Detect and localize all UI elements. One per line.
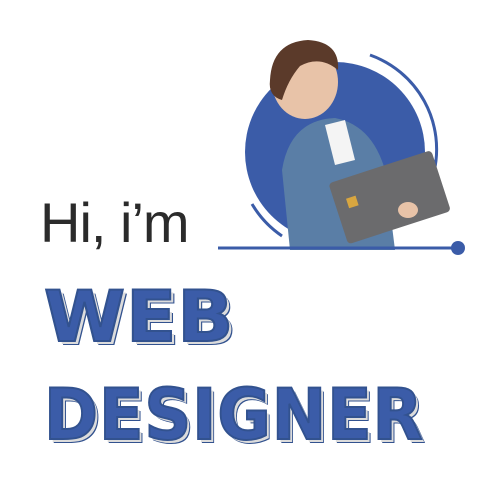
greeting-text: Hi, i’m bbox=[40, 191, 190, 254]
title-line-1: WEB bbox=[43, 276, 235, 358]
title-line-2: DESIGNER bbox=[43, 374, 424, 456]
rule-end-dot bbox=[451, 241, 465, 255]
